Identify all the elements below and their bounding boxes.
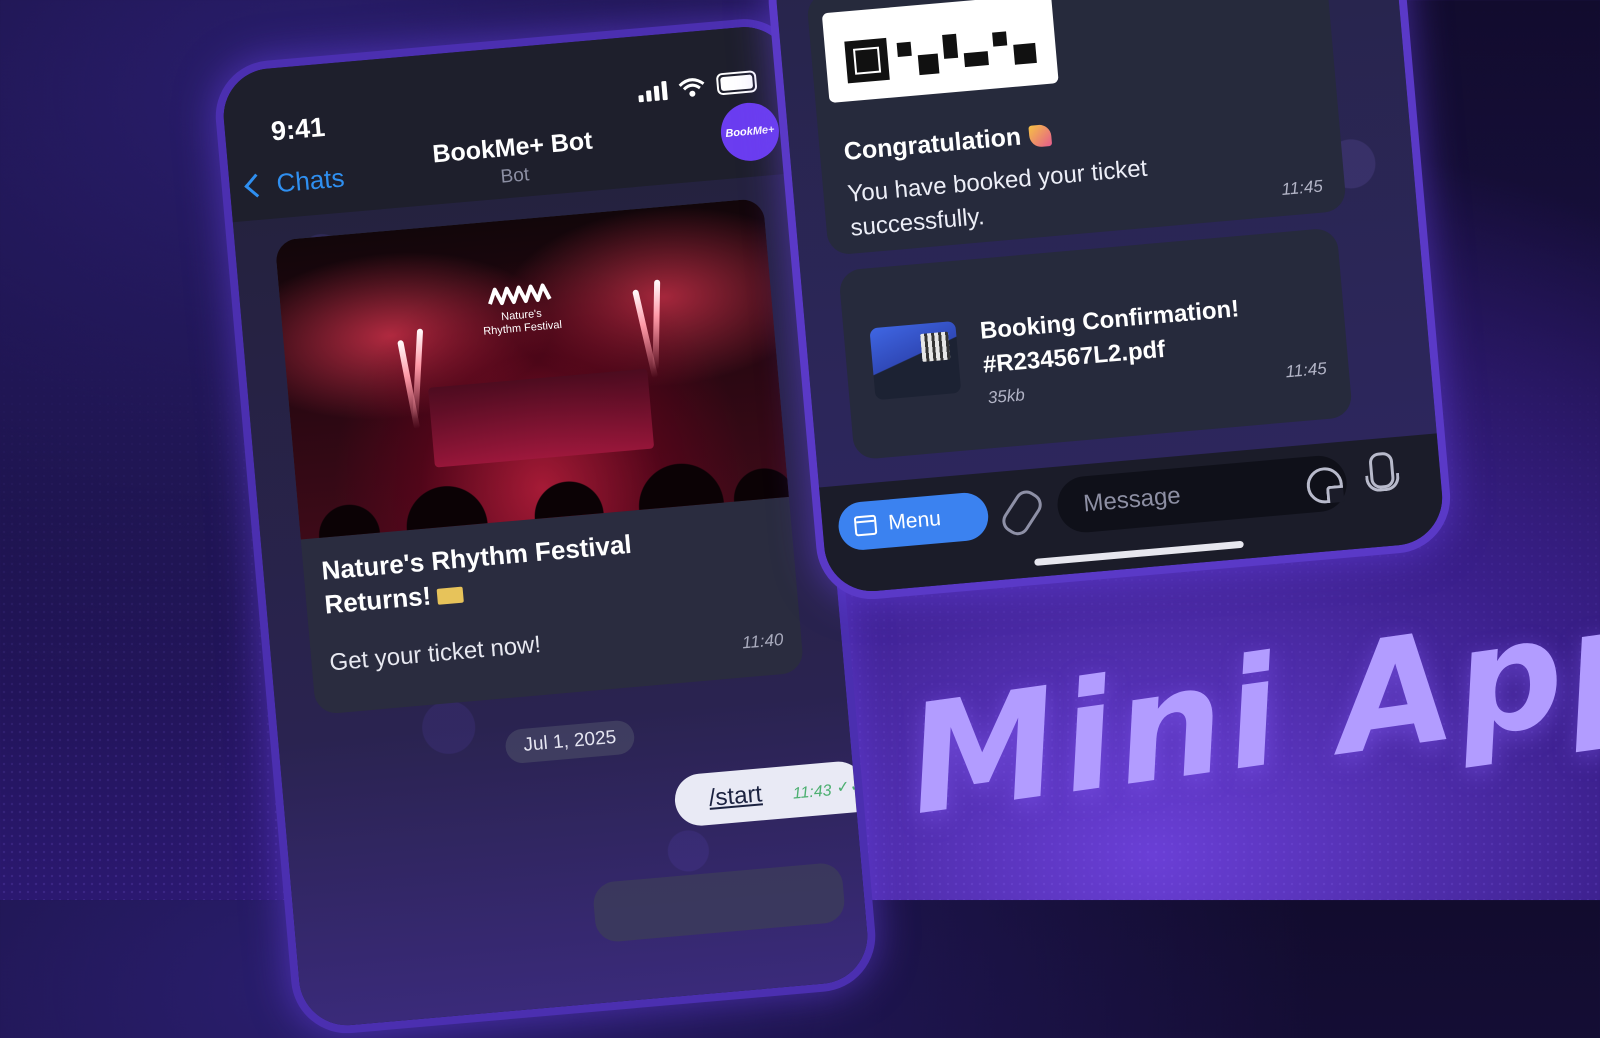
- menu-button[interactable]: Menu: [836, 490, 991, 552]
- wave-logo-icon: [488, 283, 552, 306]
- double-check-icon: ✓✓: [835, 777, 864, 797]
- qr-thumb-icon: [920, 331, 951, 362]
- status-icons: [637, 70, 758, 103]
- party-popper-icon: [1028, 124, 1052, 149]
- battery-icon: [715, 70, 758, 96]
- home-indicator: [1034, 540, 1244, 566]
- phone-confirmation-screen: Congratulation You have booked your tick…: [764, 0, 1455, 604]
- congrats-title: Congratulation: [843, 120, 1053, 167]
- promo-message[interactable]: Nature's Rhythm Festival Nature's Rhythm…: [274, 197, 805, 715]
- promo-text: Get your ticket now!: [328, 631, 543, 677]
- window-icon: [853, 514, 878, 537]
- qr-code-image: [821, 0, 1059, 104]
- status-time: 9:41: [269, 111, 327, 147]
- firework-right-2: [652, 279, 661, 370]
- phone-chat-screen: 9:41 Chats BookMe+ Bot Bot BookMe+ Natur…: [211, 14, 880, 1038]
- paperclip-icon[interactable]: [997, 485, 1047, 540]
- festival-logo: Nature's Rhythm Festival: [479, 280, 562, 339]
- outgoing-time: 11:43: [792, 782, 833, 803]
- promo-time: 11:40: [741, 629, 785, 653]
- pdf-thumbnail[interactable]: [869, 320, 962, 401]
- congrats-time: 11:45: [1280, 176, 1324, 199]
- avatar-text: BookMe+: [724, 123, 775, 140]
- file-name[interactable]: Booking Confirmation! #R234567L2.pdf: [979, 286, 1314, 383]
- firework-left-2: [412, 328, 424, 419]
- congrats-title-text: Congratulation: [842, 122, 1023, 166]
- file-time: 11:45: [1284, 358, 1328, 382]
- congrats-message[interactable]: Congratulation You have booked your tick…: [806, 0, 1347, 256]
- festival-photo: Nature's Rhythm Festival: [274, 197, 789, 540]
- promo-title-text: Nature's Rhythm Festival Returns!: [320, 528, 633, 620]
- menu-label: Menu: [887, 507, 942, 535]
- ticket-emoji-icon: [436, 586, 464, 605]
- start-command[interactable]: /start: [708, 780, 764, 813]
- wifi-icon: [678, 78, 705, 97]
- signal-icon: [637, 80, 668, 103]
- file-size: 35kb: [987, 385, 1026, 408]
- message-input[interactable]: [1055, 453, 1349, 535]
- promo-title: Nature's Rhythm Festival Returns!: [320, 517, 744, 621]
- microphone-stand: [1365, 472, 1401, 493]
